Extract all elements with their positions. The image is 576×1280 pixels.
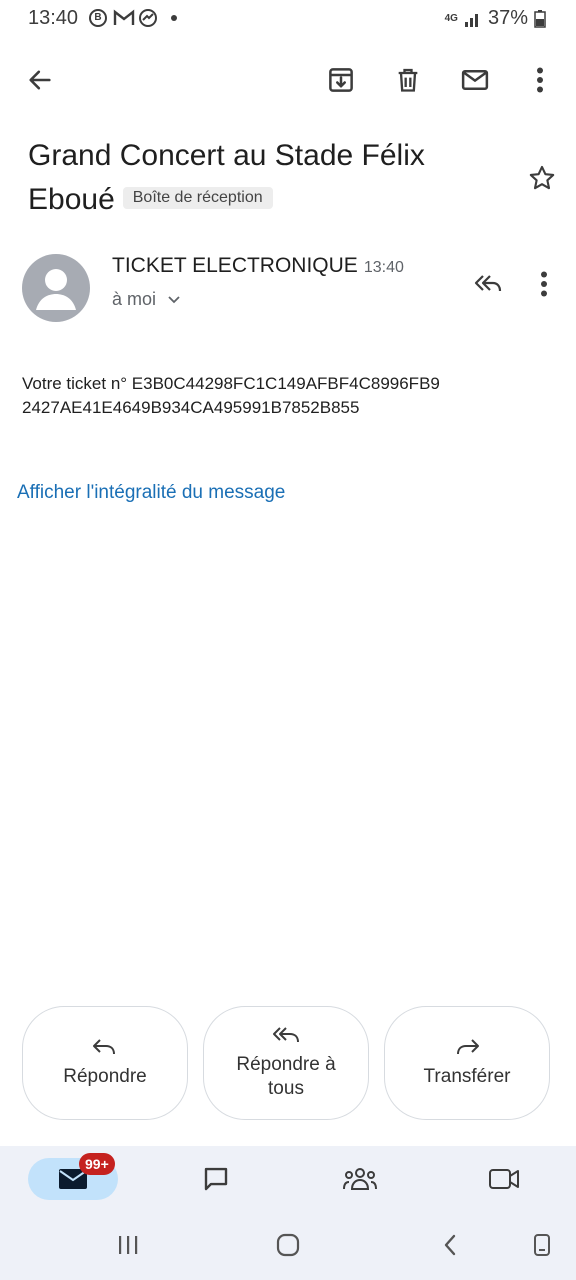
- reply-all-icon: [474, 275, 502, 292]
- gmail-icon: [113, 9, 135, 25]
- mail-count-badge: 99+: [79, 1153, 115, 1175]
- message-more-button[interactable]: [524, 264, 564, 304]
- status-right: 4G 37%: [445, 7, 546, 30]
- system-recents-button[interactable]: [108, 1226, 148, 1264]
- person-icon: [36, 269, 76, 310]
- reply-icon: [93, 1039, 115, 1055]
- email-body: Votre ticket n° E3B0C44298FC1C149AFBF4C8…: [22, 372, 440, 420]
- avatar[interactable]: [22, 254, 90, 322]
- chevron-left-icon: [444, 1234, 456, 1256]
- recipient-text: à moi: [112, 289, 157, 309]
- reply-button[interactable]: Répondre: [22, 1006, 188, 1120]
- system-rotate-button[interactable]: [522, 1226, 562, 1264]
- people-icon: [343, 1168, 377, 1190]
- back-button[interactable]: [18, 58, 62, 102]
- status-time: 13:40: [28, 7, 79, 29]
- status-bar: 13:40 B 4G 37%: [0, 0, 576, 38]
- reply-all-quick-button[interactable]: [466, 264, 510, 304]
- nav-chat[interactable]: [190, 1158, 242, 1200]
- reply-all-icon: [273, 1027, 299, 1043]
- network-type: 4G: [444, 12, 458, 24]
- b-circle-icon: B: [89, 9, 107, 27]
- sender-line[interactable]: TICKET ELECTRONIQUE 13:40: [112, 254, 404, 278]
- archive-button[interactable]: [319, 58, 363, 102]
- messenger-icon: [139, 9, 157, 27]
- star-icon: [529, 165, 555, 190]
- body-line-1: Votre ticket n° E3B0C44298FC1C149AFBF4C8…: [22, 374, 440, 393]
- phone-rotate-icon: [534, 1234, 550, 1256]
- forward-button[interactable]: Transférer: [384, 1006, 550, 1120]
- body-line-2: 2427AE41E4649B934CA495991B7852B855: [22, 398, 360, 417]
- inbox-label[interactable]: Boîte de réception: [122, 187, 273, 210]
- nav-spaces[interactable]: [334, 1158, 386, 1200]
- home-icon: [276, 1233, 300, 1257]
- reply-all-label: Répondre à tous: [236, 1054, 336, 1099]
- system-home-button[interactable]: [268, 1226, 308, 1264]
- signal-icon: [464, 13, 478, 27]
- star-button[interactable]: [522, 158, 562, 198]
- archive-icon: [329, 68, 353, 92]
- forward-icon: [457, 1039, 479, 1055]
- trash-icon: [398, 68, 418, 92]
- chat-icon: [204, 1167, 228, 1191]
- chevron-down-icon: [168, 296, 180, 304]
- arrow-left-icon: [29, 70, 51, 90]
- battery-percent: 37%: [487, 7, 528, 29]
- recipient-toggle[interactable]: à moi: [112, 289, 181, 310]
- battery-icon: [534, 9, 546, 28]
- mail-icon: [461, 70, 489, 90]
- delete-button[interactable]: [386, 58, 430, 102]
- reply-label: Répondre: [63, 1066, 147, 1087]
- view-full-message-link[interactable]: Afficher l'intégralité du message: [17, 482, 285, 504]
- nav-meet[interactable]: [478, 1158, 530, 1200]
- mark-unread-button[interactable]: [453, 58, 497, 102]
- forward-label: Transférer: [423, 1066, 511, 1087]
- more-options-button[interactable]: [518, 58, 562, 102]
- dot-icon: [171, 15, 177, 21]
- sender-name: TICKET ELECTRONIQUE: [112, 254, 358, 277]
- more-vert-icon: [537, 67, 543, 93]
- system-back-button[interactable]: [430, 1226, 470, 1264]
- reply-all-button[interactable]: Répondre à tous: [203, 1006, 369, 1120]
- email-time: 13:40: [363, 259, 404, 276]
- video-camera-icon: [489, 1169, 519, 1189]
- more-vert-icon: [541, 271, 547, 297]
- recents-icon: [119, 1236, 138, 1254]
- email-subject: Grand Concert au Stade Félix Eboué Boîte …: [28, 134, 498, 222]
